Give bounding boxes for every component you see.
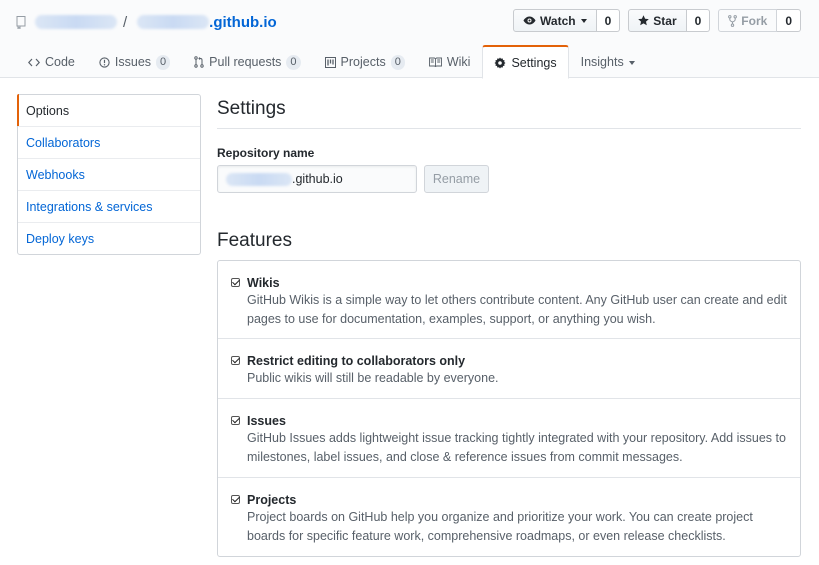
settings-sidebar: Options Collaborators Webhooks Integrati… bbox=[17, 94, 201, 255]
feature-row-restrict-editing: Restrict editing to collaborators only P… bbox=[218, 339, 800, 399]
feature-note: GitHub Wikis is a simple way to let othe… bbox=[247, 293, 787, 326]
tab-label: Wiki bbox=[446, 55, 471, 69]
feature-row-wikis: Wikis GitHub Wikis is a simple way to le… bbox=[218, 261, 800, 339]
watch-button[interactable]: Watch bbox=[513, 9, 597, 32]
repo-name-value: .github.io bbox=[292, 172, 343, 186]
repo-name-label: Repository name bbox=[217, 146, 315, 160]
repo-owner-link[interactable] bbox=[35, 15, 117, 29]
sidebar-item-collaborators[interactable]: Collaborators bbox=[18, 127, 200, 159]
tab-counter: 0 bbox=[286, 54, 301, 70]
tab-projects[interactable]: Projects 0 bbox=[313, 45, 417, 78]
star-button[interactable]: Star bbox=[628, 9, 687, 32]
book-icon bbox=[428, 57, 442, 67]
repo-nav: Code Issues 0 Pull requests 0 Projects 0… bbox=[16, 45, 647, 79]
repo-name-redacted[interactable] bbox=[137, 15, 210, 29]
fork-group: Fork 0 bbox=[718, 9, 801, 32]
feature-title: Issues bbox=[247, 414, 286, 428]
rename-button[interactable]: Rename bbox=[424, 165, 489, 193]
tab-issues[interactable]: Issues 0 bbox=[87, 45, 182, 78]
tab-label: Pull requests bbox=[209, 55, 282, 69]
fork-count[interactable]: 0 bbox=[777, 9, 801, 32]
feature-row-issues: Issues GitHub Issues adds lightweight is… bbox=[218, 399, 800, 478]
tab-counter: 0 bbox=[156, 54, 171, 70]
fork-button[interactable]: Fork bbox=[718, 9, 778, 32]
tab-label: Settings bbox=[511, 55, 557, 70]
feature-note: Project boards on GitHub help you organi… bbox=[247, 510, 753, 543]
sidebar-item-webhooks[interactable]: Webhooks bbox=[18, 159, 200, 191]
tab-settings[interactable]: Settings bbox=[482, 45, 569, 79]
settings-subhead: Settings bbox=[217, 94, 801, 129]
wikis-checkbox[interactable] bbox=[231, 278, 240, 287]
repo-name-input[interactable]: .github.io bbox=[217, 165, 417, 193]
star-count[interactable]: 0 bbox=[686, 9, 711, 32]
repo-title: / .github.io bbox=[16, 12, 277, 32]
chevron-down-icon bbox=[628, 60, 635, 65]
feature-title: Restrict editing to collaborators only bbox=[247, 354, 466, 368]
restrict-editing-checkbox[interactable] bbox=[231, 356, 240, 365]
sidebar-item-integrations[interactable]: Integrations & services bbox=[18, 191, 200, 223]
tab-wiki[interactable]: Wiki bbox=[417, 45, 483, 78]
tab-label: Projects bbox=[340, 55, 386, 69]
fork-label: Fork bbox=[741, 13, 768, 28]
features-box: Wikis GitHub Wikis is a simple way to le… bbox=[217, 260, 801, 557]
page-title: Settings bbox=[217, 98, 286, 119]
tab-code[interactable]: Code bbox=[16, 45, 87, 78]
tab-counter: 0 bbox=[390, 54, 405, 70]
git-pull-request-icon bbox=[194, 56, 204, 68]
project-icon bbox=[324, 56, 336, 68]
watch-count[interactable]: 0 bbox=[596, 9, 621, 32]
sidebar-item-deploy-keys[interactable]: Deploy keys bbox=[18, 223, 200, 254]
feature-title: Wikis bbox=[247, 276, 280, 290]
feature-row-projects: Projects Project boards on GitHub help y… bbox=[218, 478, 800, 556]
projects-checkbox[interactable] bbox=[231, 495, 240, 504]
tab-label: Code bbox=[45, 55, 75, 69]
feature-note: GitHub Issues adds lightweight issue tra… bbox=[247, 431, 786, 464]
redacted-text bbox=[226, 172, 292, 186]
star-icon bbox=[638, 15, 650, 26]
pagehead-actions: Watch 0 Star 0 Fork 0 bbox=[505, 9, 801, 32]
watch-group: Watch 0 bbox=[513, 9, 621, 32]
issue-opened-icon bbox=[99, 56, 110, 68]
feature-title: Projects bbox=[247, 493, 297, 507]
eye-icon bbox=[523, 16, 536, 25]
repo-header: / .github.io Watch 0 Star 0 Fork 0 Code … bbox=[0, 0, 819, 79]
tab-pull-requests[interactable]: Pull requests 0 bbox=[182, 45, 312, 78]
watch-label: Watch bbox=[540, 13, 576, 28]
repo-name-link[interactable]: .github.io bbox=[209, 14, 276, 31]
sidebar-item-options[interactable]: Options bbox=[17, 94, 200, 127]
tab-label: Insights bbox=[580, 55, 624, 69]
chevron-down-icon bbox=[580, 19, 587, 23]
settings-main: Settings Repository name .github.io Rena… bbox=[217, 94, 801, 557]
path-separator: / bbox=[123, 13, 128, 31]
code-icon bbox=[28, 58, 40, 66]
star-label: Star bbox=[653, 13, 677, 28]
star-group: Star 0 bbox=[628, 9, 711, 32]
issues-checkbox[interactable] bbox=[231, 416, 240, 425]
tab-label: Issues bbox=[114, 55, 152, 69]
gear-icon bbox=[494, 57, 506, 68]
feature-note: Public wikis will still be readable by e… bbox=[247, 371, 499, 385]
fork-icon bbox=[728, 14, 738, 27]
repo-icon bbox=[16, 15, 26, 29]
features-heading: Features bbox=[217, 230, 292, 251]
tab-insights[interactable]: Insights bbox=[569, 45, 647, 78]
